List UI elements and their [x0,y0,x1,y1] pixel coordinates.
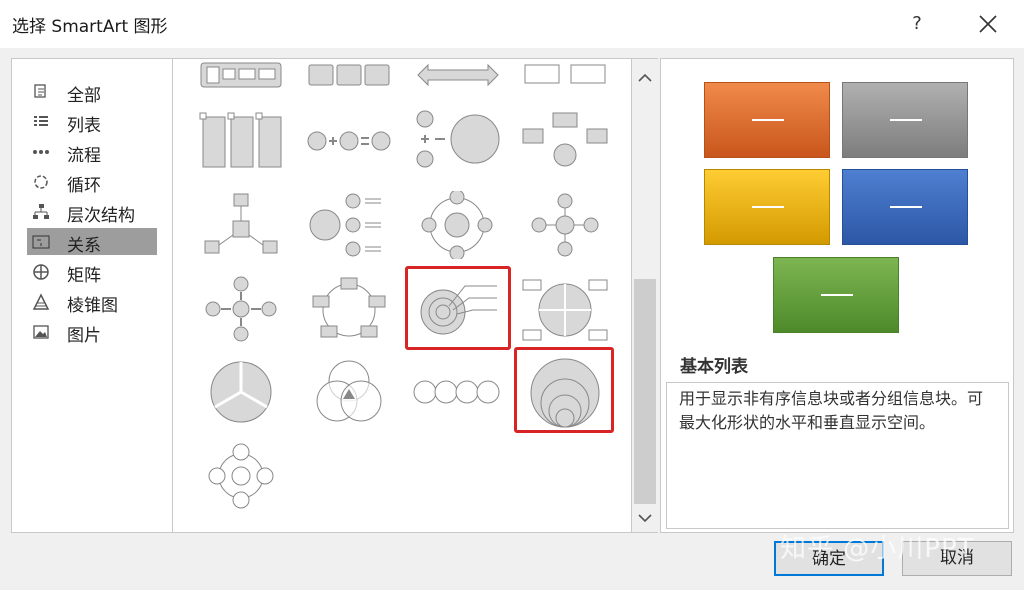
close-button[interactable] [968,6,1008,42]
preview-shape-green [773,257,899,333]
category-cycle[interactable]: 循环 [27,168,157,196]
pyramid-icon [32,293,50,310]
category-label: 矩阵 [67,266,101,286]
layout-thumbnail[interactable] [305,59,395,91]
layout-thumbnail[interactable] [413,59,503,91]
layout-thumbnail[interactable] [305,191,395,259]
category-label: 棱锥图 [67,296,118,316]
layout-thumbnail[interactable] [521,109,611,173]
cycle-icon [34,175,48,189]
layout-thumbnail[interactable] [197,59,287,91]
layout-thumbnail[interactable] [413,357,503,427]
list-icon [34,116,48,126]
category-picture[interactable]: 图片 [27,318,157,346]
gallery-scrollbar[interactable] [632,58,658,533]
chevron-up-icon[interactable] [632,65,658,91]
layout-thumbnail[interactable] [521,274,611,344]
category-label: 关系 [67,236,101,256]
category-all[interactable]: 全部 [27,78,157,106]
category-label: 流程 [67,146,101,166]
preview-shape-gray [842,82,968,158]
dialog-title: 选择 SmartArt 图形 [12,17,168,37]
help-button[interactable]: ? [900,8,934,40]
process-icon [33,150,49,154]
category-label: 循环 [67,176,101,196]
layout-thumbnail[interactable] [197,441,287,511]
layout-thumbnail[interactable] [413,109,503,173]
category-label: 列表 [67,116,101,136]
category-relationship[interactable]: 关系 [27,228,157,256]
layout-thumbnail[interactable] [521,59,611,91]
layout-thumbnail[interactable] [521,191,611,259]
category-pyramid[interactable]: 棱锥图 [27,288,157,316]
category-process[interactable]: 流程 [27,138,157,166]
layout-thumbnail[interactable] [197,357,287,427]
layout-thumbnail[interactable] [305,109,395,173]
scrollbar-thumb[interactable] [634,279,656,504]
preview-shape-orange [704,82,830,158]
relationship-icon [32,235,50,249]
category-label: 层次结构 [67,206,135,226]
category-label: 图片 [67,326,101,346]
category-matrix[interactable]: 矩阵 [27,258,157,286]
layout-gallery [172,58,632,533]
all-icon [34,84,46,98]
layout-thumbnail[interactable] [305,274,395,344]
preview-title: 基本列表 [680,357,748,377]
preview-panel: 基本列表 用于显示非有序信息块或者分组信息块。可最大化形状的水平和垂直显示空间。 [660,58,1014,533]
layout-thumbnail[interactable] [197,274,287,344]
layout-thumbnail[interactable] [197,191,287,259]
highlight-target-layout [405,266,511,350]
layout-thumbnail[interactable] [305,357,395,427]
preview-shape-yellow [704,169,830,245]
close-icon [979,15,997,33]
category-hierarchy[interactable]: 层次结构 [27,198,157,226]
watermark: 知乎 @小川PPT [780,534,975,564]
category-list: 全部 列表 流程 循环 层次结构 关系 矩阵 棱锥图 图片 [11,58,172,533]
title-bar: 选择 SmartArt 图形 ? [0,0,1024,48]
layout-thumbnail[interactable] [413,191,503,259]
matrix-icon [33,264,49,280]
highlight-nested-layout [514,347,614,433]
hierarchy-icon [33,204,49,219]
layout-thumbnail[interactable] [197,109,287,173]
category-label: 全部 [67,86,101,106]
preview-description: 用于显示非有序信息块或者分组信息块。可最大化形状的水平和垂直显示空间。 [666,382,1009,529]
smartart-dialog: 选择 SmartArt 图形 ? 全部 列表 流程 循环 层次结构 关系 矩阵 … [0,0,1024,590]
chevron-down-icon[interactable] [632,505,658,531]
preview-shape-blue [842,169,968,245]
category-list-item[interactable]: 列表 [27,108,157,136]
picture-icon [33,325,49,339]
